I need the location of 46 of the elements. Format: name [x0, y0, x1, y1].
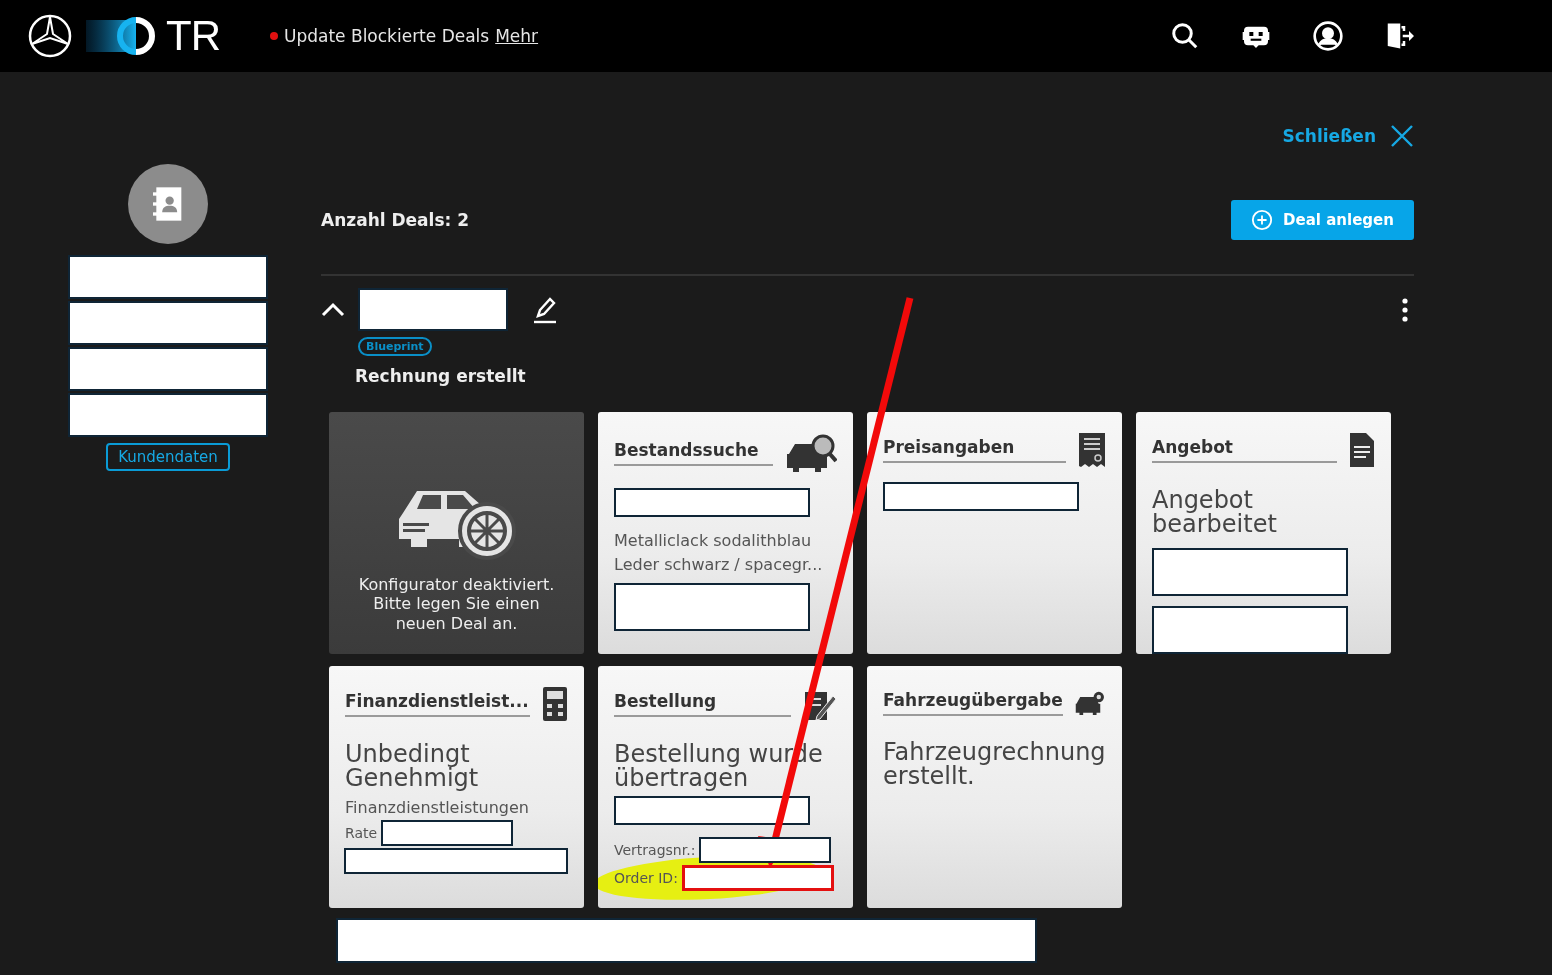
card-note: Finanzdienstleistungen	[345, 797, 530, 819]
close-button[interactable]: Schließen	[1282, 124, 1414, 148]
blueprint-badge: Blueprint	[358, 337, 432, 356]
edit-button[interactable]	[532, 295, 558, 324]
search-icon	[1170, 21, 1200, 51]
more-options-button[interactable]	[1402, 297, 1408, 322]
card-title: Fahrzeugübergabe	[883, 690, 1063, 716]
step-card[interactable]: Fahrzeugübergabe Fahrzeugrechnung erstellt.	[867, 666, 1122, 908]
logo-swoosh-icon	[86, 16, 158, 56]
field-label: Vertragsnr.:	[614, 842, 696, 858]
status-text: Unbedingt Genehmigt	[345, 742, 480, 790]
profile-button[interactable]	[1312, 20, 1344, 52]
calculator-icon	[542, 686, 568, 722]
card-title: Bestandssuche	[614, 440, 773, 466]
card-title: Preisangaben	[883, 437, 1066, 463]
card-title: Finanzdienstleist...	[345, 691, 530, 717]
plus-circle-icon	[1251, 209, 1274, 231]
configurator-message: Konfigurator deaktiviert. Bitte legen Sie einen neuen Deal an.	[357, 574, 556, 634]
deal-count: Anzahl Deals: 2	[321, 210, 470, 230]
alert-dot	[270, 32, 278, 40]
field-label: Order ID:	[614, 870, 678, 886]
card-title: Angebot	[1152, 437, 1337, 463]
more-link[interactable]: Mehr	[495, 26, 539, 46]
step-card[interactable]: Angebot Angebot bearbeitet	[1136, 412, 1391, 654]
logo-text: TR	[166, 12, 220, 60]
search-button[interactable]	[1170, 21, 1200, 51]
step-card[interactable]: Preisangaben	[867, 412, 1122, 654]
deal-status: Rechnung erstellt	[355, 366, 527, 386]
close-icon	[1390, 124, 1414, 148]
chevron-up-icon	[321, 301, 345, 318]
kebab-menu-icon	[1402, 297, 1408, 322]
card-note: Metalliclack sodalithblau	[614, 530, 813, 552]
card-note: Leder schwarz / spacegr...	[614, 554, 824, 576]
car-search-icon	[785, 432, 837, 474]
card-title: Bestellung	[614, 691, 791, 717]
notice-text: Update Blockierte Deals	[284, 26, 490, 46]
step-card[interactable]: Finanzdienstleist... Unbedingt Genehmigt Finanzdienstleistungen Rate	[329, 666, 584, 908]
user-icon	[1312, 20, 1344, 52]
step-card[interactable]: Bestandssuche Metalliclack sodalithblau Leder schwarz / spacegr...	[598, 412, 853, 654]
star-logo-icon	[28, 14, 72, 58]
pencil-icon	[532, 295, 558, 324]
document-icon	[1349, 432, 1375, 468]
field-label: Rate	[345, 825, 378, 841]
status-text: Angebot bearbeitet	[1152, 488, 1278, 536]
customer-data-button[interactable]: Kundendaten	[106, 443, 230, 471]
receipt-icon	[1078, 432, 1106, 468]
